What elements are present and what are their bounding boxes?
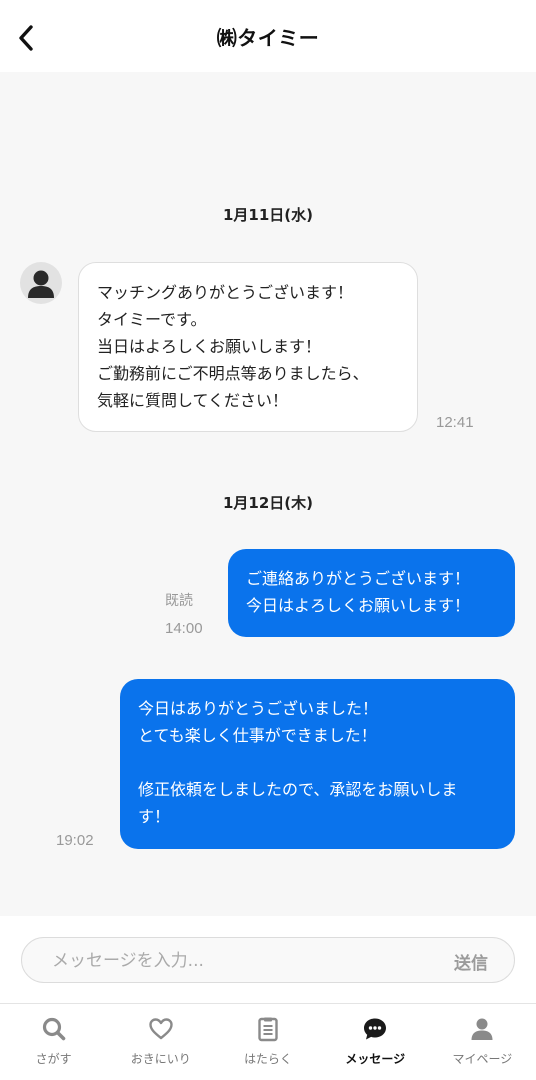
chat-thread[interactable]: 1月11日(水) マッチングありがとうございます！ タイミーです。 当日はよろし… bbox=[0, 72, 536, 916]
clipboard-icon bbox=[258, 1017, 278, 1042]
date-separator: 1月12日(木) bbox=[222, 494, 314, 512]
bottom-tab-bar: さがす おきにいり はたらく メッセージ マイページ bbox=[0, 1004, 536, 1080]
message-time: 19:02 bbox=[56, 832, 94, 849]
message-bubble-outgoing[interactable]: ご連絡ありがとうございます！ 今日はよろしくお願いします！ bbox=[228, 549, 515, 637]
chat-icon bbox=[364, 1018, 387, 1040]
heart-icon bbox=[149, 1018, 173, 1040]
tab-label: おきにいり bbox=[130, 1052, 191, 1066]
send-button[interactable]: 送信 bbox=[454, 949, 488, 974]
tab-label: はたらく bbox=[244, 1052, 292, 1066]
message-input-wrapper[interactable]: 送信 bbox=[21, 937, 515, 983]
tab-label: さがす bbox=[35, 1052, 72, 1066]
message-composer: 送信 bbox=[0, 916, 536, 1004]
back-button[interactable] bbox=[12, 24, 40, 52]
header-bar: ㈱タイミー bbox=[0, 0, 536, 72]
tab-label: メッセージ bbox=[345, 1052, 406, 1066]
user-icon bbox=[471, 1018, 493, 1040]
tab-favorites[interactable]: おきにいり bbox=[107, 1004, 214, 1080]
message-bubble-outgoing[interactable]: 今日はありがとうございました！ とても楽しく仕事ができました！ 修正依頼をしまし… bbox=[120, 679, 515, 849]
tab-search[interactable]: さがす bbox=[0, 1004, 107, 1080]
read-receipt: 既読 bbox=[165, 593, 193, 609]
chevron-left-icon bbox=[19, 25, 33, 51]
page-title: ㈱タイミー bbox=[216, 25, 320, 50]
date-separator: 1月11日(水) bbox=[222, 206, 314, 224]
tab-messages[interactable]: メッセージ bbox=[322, 1004, 429, 1080]
message-bubble-incoming[interactable]: マッチングありがとうございます！ タイミーです。 当日はよろしくお願いします！ … bbox=[78, 262, 418, 432]
message-input[interactable] bbox=[52, 948, 422, 974]
tab-work[interactable]: はたらく bbox=[214, 1004, 321, 1080]
tab-label: マイページ bbox=[452, 1052, 513, 1066]
user-avatar-icon bbox=[28, 270, 54, 298]
search-icon bbox=[42, 1017, 65, 1041]
message-time: 14:00 bbox=[165, 620, 203, 637]
message-time: 12:41 bbox=[436, 414, 474, 431]
avatar[interactable] bbox=[20, 262, 62, 304]
tab-mypage[interactable]: マイページ bbox=[429, 1004, 536, 1080]
